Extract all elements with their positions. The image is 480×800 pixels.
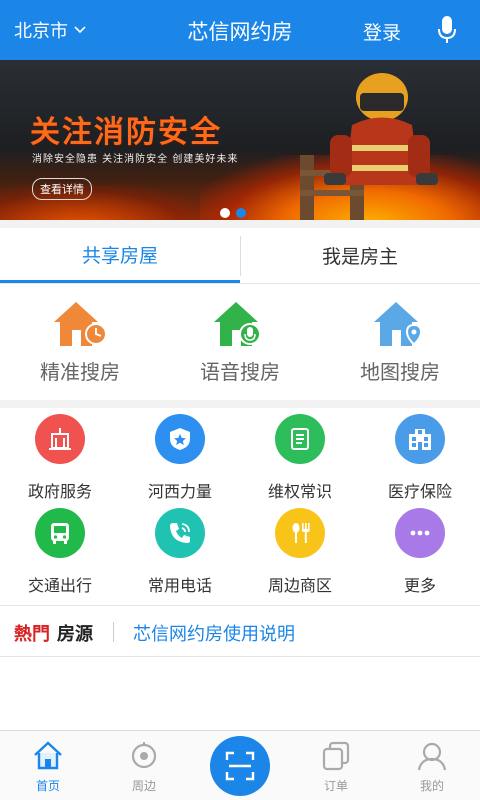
search-options: 精准搜房 语音搜房 地图搜房: [0, 300, 480, 396]
top-bar: 北京市 芯信网约房 登录: [0, 0, 480, 60]
nav-nearby[interactable]: 周边: [96, 739, 192, 794]
phone-icon: [170, 523, 190, 543]
banner-subline: 消除安全隐患 关注消防安全 创建美好未来: [32, 154, 239, 165]
home-icon: [34, 741, 62, 770]
service-medical[interactable]: 医疗保险: [360, 414, 480, 502]
hospital-icon: [409, 429, 431, 450]
fork-knife-icon: [292, 523, 310, 543]
service-government[interactable]: 政府服务: [0, 414, 120, 502]
precise-search-button[interactable]: 精准搜房: [0, 300, 160, 385]
service-hexi-power[interactable]: 河西力量: [120, 414, 240, 502]
listings-tag: 房源: [57, 624, 93, 645]
nav-home[interactable]: 首页: [0, 739, 96, 794]
service-label: 医疗保险: [387, 482, 452, 501]
carousel-dot[interactable]: [220, 208, 230, 218]
page-title: 芯信网约房: [187, 20, 293, 44]
microphone-icon[interactable]: [437, 15, 457, 45]
service-transport[interactable]: 交通出行: [0, 508, 120, 596]
nav-label: 我的: [419, 779, 444, 793]
nav-label: 首页: [35, 779, 60, 793]
police-badge-icon: [170, 428, 190, 450]
scan-button[interactable]: [210, 736, 270, 796]
app-screen: 北京市 芯信网约房 登录 关注消防安全 消除安全隐患 关注消防安全 创建美好未来…: [0, 0, 480, 800]
bottom-nav: 首页 周边 订单 我的: [0, 730, 480, 800]
service-label: 常用电话: [147, 576, 212, 595]
house-location-icon: [374, 302, 422, 346]
search-option-label: 地图搜房: [360, 360, 440, 384]
more-icon: [410, 530, 430, 536]
nav-orders[interactable]: 订单: [288, 739, 384, 794]
service-label: 交通出行: [27, 576, 92, 595]
usage-guide-link[interactable]: 芯信网约房使用说明: [133, 620, 295, 646]
house-clock-icon: [54, 302, 107, 346]
service-label: 维权常识: [267, 482, 332, 501]
hot-tag: 熱門: [14, 624, 50, 645]
search-option-label: 语音搜房: [200, 360, 280, 384]
nearby-icon: [131, 742, 157, 769]
nav-label: 周边: [131, 779, 156, 793]
service-phone[interactable]: 常用电话: [120, 508, 240, 596]
service-label: 周边商区: [267, 576, 332, 595]
house-mic-icon: [214, 302, 261, 346]
bus-icon: [51, 523, 69, 544]
carousel-indicator: [220, 208, 246, 218]
service-nearby-shops[interactable]: 周边商区: [240, 508, 360, 596]
voice-search-button[interactable]: 语音搜房: [160, 300, 320, 385]
service-label: 更多: [403, 576, 436, 595]
firefighter-illustration: [300, 73, 438, 220]
service-label: 政府服务: [27, 482, 92, 501]
nav-profile[interactable]: 我的: [384, 739, 480, 794]
government-building-icon: [49, 428, 71, 450]
map-search-button[interactable]: 地图搜房: [320, 300, 480, 385]
scan-icon: [225, 751, 255, 781]
tab-bar: 共享房屋 我是房主: [0, 228, 480, 284]
service-more[interactable]: 更多: [360, 508, 480, 596]
banner-headline: 关注消防安全: [30, 115, 222, 150]
orders-icon: [322, 741, 350, 771]
tab-shared-housing[interactable]: 共享房屋: [0, 228, 240, 283]
login-button[interactable]: 登录: [363, 18, 401, 45]
service-rights[interactable]: 维权常识: [240, 414, 360, 502]
promo-banner[interactable]: 关注消防安全 消除安全隐患 关注消防安全 创建美好未来 查看详情: [0, 60, 480, 220]
carousel-dot-active[interactable]: [236, 208, 246, 218]
profile-icon: [417, 742, 447, 771]
tab-landlord[interactable]: 我是房主: [240, 228, 480, 283]
nav-label: 订单: [323, 779, 348, 793]
banner-details-button[interactable]: 查看详情: [32, 178, 92, 200]
document-icon: [291, 428, 309, 450]
service-label: 河西力量: [147, 482, 212, 501]
hot-listings-bar: 熱門 房源 芯信网约房使用说明: [0, 605, 480, 657]
search-option-label: 精准搜房: [40, 360, 120, 384]
